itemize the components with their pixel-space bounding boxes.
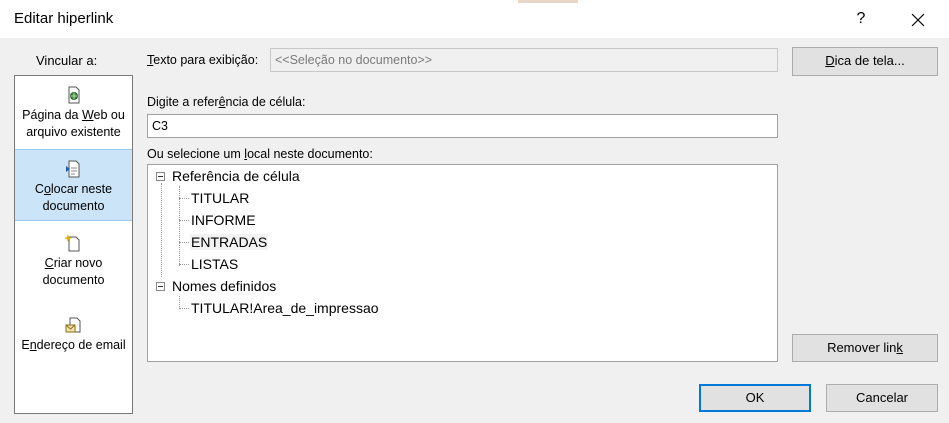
tree-connector — [161, 183, 162, 277]
tree-connector — [179, 242, 189, 243]
email-icon — [65, 317, 80, 333]
cell-ref-label-1: Digite a refer — [147, 95, 219, 109]
tree-node-titular[interactable]: TITULAR — [191, 190, 249, 206]
ok-button[interactable]: OK — [699, 384, 811, 412]
display-text-label: Texto para exibição: — [147, 53, 258, 67]
close-icon — [911, 13, 925, 27]
link-email-label-1: E — [21, 338, 30, 352]
link-to-panel: Página da Web ou arquivo existente Coloc… — [14, 75, 133, 414]
tree-connector — [179, 220, 189, 221]
screen-tip-label-rest: ica de tela... — [834, 53, 905, 68]
cell-reference-input[interactable]: C3 — [147, 114, 778, 138]
link-existing-file-label-1: Página da — [22, 108, 82, 122]
close-button[interactable] — [904, 6, 932, 32]
document-place-tree[interactable]: Referência de célula TITULAR INFORME ENT… — [147, 164, 778, 362]
link-place-label-2: locar neste documento — [42, 182, 113, 213]
dialog-title: Editar hiperlink — [14, 10, 114, 27]
display-text-field[interactable]: <<Seleção no documento>> — [270, 48, 778, 72]
remove-link-button[interactable]: Remover link — [792, 334, 938, 362]
display-text-label-rest: exto para exibição: — [153, 53, 259, 67]
cell-ref-label: Digite a referência de célula: — [147, 95, 305, 109]
tree-connector — [179, 264, 189, 265]
link-existing-file-or-web[interactable]: Página da Web ou arquivo existente — [15, 86, 132, 148]
link-email-address[interactable]: Endereço de email — [15, 316, 132, 366]
tree-node-cell-reference[interactable]: Referência de célula — [172, 168, 300, 184]
remove-link-mnemonic: k — [896, 340, 903, 355]
place-label-1: Ou selecione um — [147, 147, 245, 161]
new-document-icon — [64, 234, 79, 252]
tree-connector — [179, 308, 189, 309]
tree-node-informe[interactable]: INFORME — [191, 212, 256, 228]
link-to-label: Vincular a: — [36, 53, 98, 68]
tree-connector — [179, 198, 189, 199]
tree-node-listas[interactable]: LISTAS — [191, 256, 238, 272]
link-existing-file-label-mnemonic: W — [81, 108, 94, 122]
document-place-icon — [65, 160, 79, 178]
link-place-label-1: C — [34, 182, 44, 196]
cell-ref-label-mnemonic: ê — [218, 95, 226, 109]
title-bar: Editar hiperlink ? — [0, 0, 949, 38]
link-email-label-mnemonic: n — [29, 338, 37, 352]
link-place-in-document[interactable]: Colocar neste documento — [15, 149, 132, 221]
link-place-label-mnemonic: o — [43, 182, 51, 196]
cell-ref-label-2: ncia de célula: — [225, 95, 306, 109]
web-page-icon — [68, 86, 79, 104]
screen-tip-button[interactable]: Dica de tela... — [792, 47, 938, 76]
tree-node-defined-names[interactable]: Nomes definidos — [172, 278, 276, 294]
collapse-toggle-icon[interactable] — [156, 172, 165, 181]
link-email-label-2: dereço de email — [36, 338, 126, 352]
link-new-doc-label-mnemonic: C — [44, 256, 54, 270]
screen-tip-mnemonic: D — [825, 53, 835, 68]
cancel-button[interactable]: Cancelar — [826, 384, 938, 412]
tree-node-entradas[interactable]: ENTRADAS — [190, 234, 269, 250]
title-accent — [518, 0, 578, 3]
remove-link-label: Remover lin — [827, 340, 897, 355]
place-label: Ou selecione um local neste documento: — [147, 147, 373, 161]
place-label-2: ocal neste documento: — [247, 147, 373, 161]
link-create-new-document[interactable]: Criar novo documento — [15, 234, 132, 296]
collapse-toggle-icon[interactable] — [156, 282, 165, 291]
tree-node-print-area[interactable]: TITULAR!Area_de_impressao — [191, 300, 379, 316]
help-button[interactable]: ? — [850, 6, 872, 32]
